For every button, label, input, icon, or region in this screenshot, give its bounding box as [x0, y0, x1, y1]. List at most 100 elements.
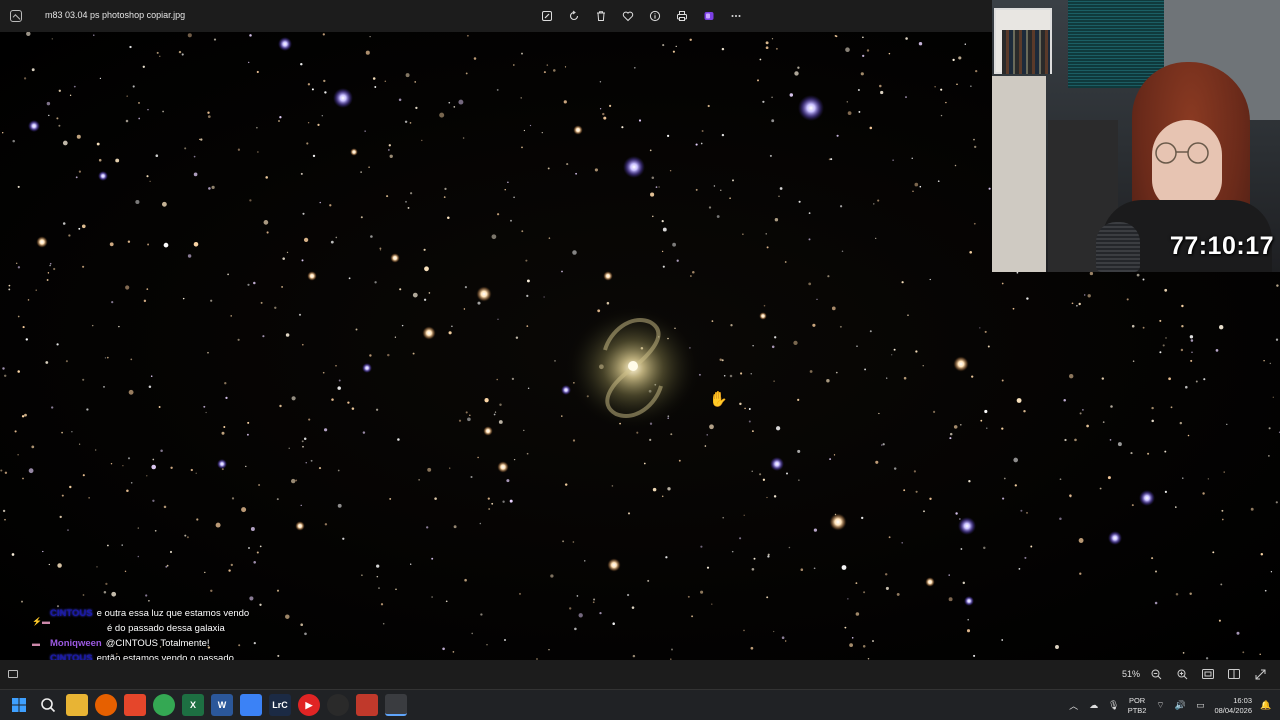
- star: [592, 601, 595, 604]
- star: [671, 648, 673, 651]
- wifi-icon[interactable]: ⌔: [1154, 700, 1166, 712]
- star: [845, 47, 850, 53]
- star: [285, 333, 290, 337]
- youtube-icon[interactable]: ▶: [298, 694, 320, 716]
- chrome-icon[interactable]: [153, 694, 175, 716]
- firefox-icon[interactable]: [95, 694, 117, 716]
- star: [744, 407, 746, 410]
- file-explorer-icon[interactable]: [66, 694, 88, 716]
- star: [138, 117, 141, 120]
- star: [53, 267, 56, 271]
- brave-icon[interactable]: [124, 694, 146, 716]
- star: [700, 142, 703, 145]
- edit-icon[interactable]: [538, 8, 556, 24]
- microphone-icon[interactable]: 🎙: [1108, 700, 1120, 712]
- star: [922, 365, 924, 367]
- info-icon[interactable]: [646, 8, 664, 24]
- search-icon[interactable]: [37, 694, 59, 716]
- star: [742, 233, 744, 235]
- star: [504, 189, 506, 191]
- fullscreen-icon[interactable]: [1252, 667, 1268, 681]
- star: [892, 159, 894, 161]
- star: [404, 120, 408, 124]
- rotate-icon[interactable]: [565, 8, 583, 24]
- star: [984, 330, 987, 333]
- star: [464, 578, 467, 582]
- star: [278, 120, 280, 122]
- star: [204, 571, 206, 574]
- star: [67, 529, 69, 531]
- star: [4, 471, 8, 474]
- star: [362, 431, 366, 434]
- volume-icon[interactable]: 🔊: [1174, 700, 1186, 712]
- lrc-icon[interactable]: LrC: [269, 694, 291, 716]
- star: [1142, 278, 1145, 281]
- compare-icon[interactable]: [1226, 667, 1242, 681]
- word-icon[interactable]: W: [211, 694, 233, 716]
- star: [773, 495, 777, 498]
- filmstrip-icon[interactable]: [8, 670, 18, 678]
- star: [602, 112, 605, 116]
- excel-icon[interactable]: X: [182, 694, 204, 716]
- star: [230, 315, 232, 317]
- more-icon[interactable]: [727, 8, 745, 24]
- network-app-icon[interactable]: ☁: [1088, 700, 1100, 712]
- star: [882, 443, 885, 446]
- star: [1132, 360, 1135, 362]
- star: [386, 195, 389, 198]
- star: [374, 281, 377, 284]
- bright-star: [476, 286, 492, 302]
- bright-star: [497, 461, 509, 473]
- star: [875, 237, 877, 240]
- battery-icon[interactable]: ▭: [1194, 700, 1206, 712]
- star: [1190, 339, 1194, 342]
- fit-window-icon[interactable]: [1200, 667, 1216, 681]
- star: [388, 149, 390, 151]
- star: [1159, 319, 1162, 322]
- star: [809, 370, 813, 373]
- star: [940, 88, 943, 91]
- star: [477, 301, 481, 305]
- chevron-up-icon[interactable]: ︿: [1068, 700, 1080, 712]
- chat-username[interactable]: CINTOUS: [50, 608, 93, 619]
- star: [8, 284, 11, 287]
- star: [502, 500, 505, 503]
- photos-icon[interactable]: [385, 694, 407, 716]
- app-diamond-icon[interactable]: [240, 694, 262, 716]
- star: [750, 646, 754, 650]
- star: [186, 536, 189, 539]
- star: [348, 277, 351, 280]
- star: [69, 94, 72, 96]
- favorite-icon[interactable]: [619, 8, 637, 24]
- star: [106, 356, 109, 359]
- chat-username[interactable]: Moniqween: [50, 638, 102, 649]
- star: [1130, 452, 1133, 455]
- language-indicator[interactable]: POR PTB2: [1128, 696, 1147, 716]
- obs-icon[interactable]: [327, 694, 349, 716]
- star: [913, 470, 917, 473]
- star: [375, 408, 379, 411]
- star: [572, 439, 576, 442]
- zoom-in-icon[interactable]: [1174, 667, 1190, 681]
- notification-bell-icon[interactable]: 🔔: [1260, 700, 1272, 712]
- star: [662, 265, 665, 268]
- star: [121, 544, 123, 546]
- windows-start-icon[interactable]: [8, 694, 30, 716]
- star: [751, 430, 754, 433]
- zoom-out-icon[interactable]: [1148, 667, 1164, 681]
- zoom-level[interactable]: 51%: [1122, 669, 1140, 679]
- delete-icon[interactable]: [592, 8, 610, 24]
- star: [1154, 570, 1158, 573]
- star: [1259, 653, 1261, 656]
- star: [1013, 457, 1019, 463]
- star: [410, 192, 413, 195]
- news-icon[interactable]: [356, 694, 378, 716]
- clock[interactable]: 16:03 08/04/2026: [1214, 696, 1252, 716]
- star: [971, 375, 974, 378]
- print-icon[interactable]: [673, 8, 691, 24]
- star: [347, 401, 350, 404]
- chat-text: é do passado dessa galaxia: [107, 623, 225, 634]
- star: [973, 654, 976, 657]
- clipchamp-icon[interactable]: [700, 8, 718, 24]
- star: [1064, 438, 1067, 442]
